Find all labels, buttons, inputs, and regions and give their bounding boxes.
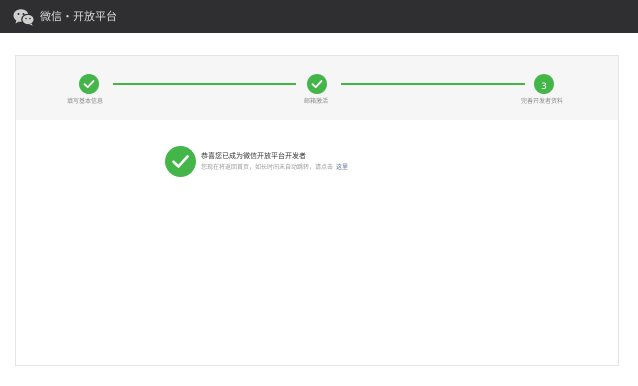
success-title: 恭喜您已成为微信开放平台开发者: [201, 152, 306, 160]
top-navbar: 微信・开放平台: [0, 0, 638, 33]
brand-title[interactable]: 微信・开放平台: [40, 9, 117, 25]
step-3-number: 3: [541, 82, 547, 92]
step-3-label: 完善开发者资料: [521, 98, 564, 105]
step-1-done: [79, 74, 99, 94]
success-description-text: 您现在将返回首页，如长时间未自动跳转，请点击: [201, 164, 334, 171]
check-icon: [83, 80, 95, 89]
wechat-logo-icon[interactable]: [13, 8, 35, 26]
registration-card: 3 填写基本信息 邮箱激活 完善开发者资料 恭喜您已成为微信开放平台开发者 您现…: [15, 55, 619, 366]
step-connector-1: [113, 83, 296, 85]
step-2-label: 邮箱激活: [304, 98, 329, 105]
step-2-done: [307, 74, 327, 94]
step-3-current: 3: [534, 74, 554, 94]
success-check-icon: [165, 146, 196, 177]
check-icon: [311, 80, 323, 89]
return-home-link[interactable]: 这里: [336, 164, 348, 171]
success-description: 您现在将返回首页，如长时间未自动跳转，请点击 这里: [201, 164, 348, 172]
progress-steps: 3 填写基本信息 邮箱激活 完善开发者资料: [16, 56, 618, 120]
step-connector-2: [341, 83, 525, 85]
step-1-label: 填写基本信息: [67, 98, 104, 105]
